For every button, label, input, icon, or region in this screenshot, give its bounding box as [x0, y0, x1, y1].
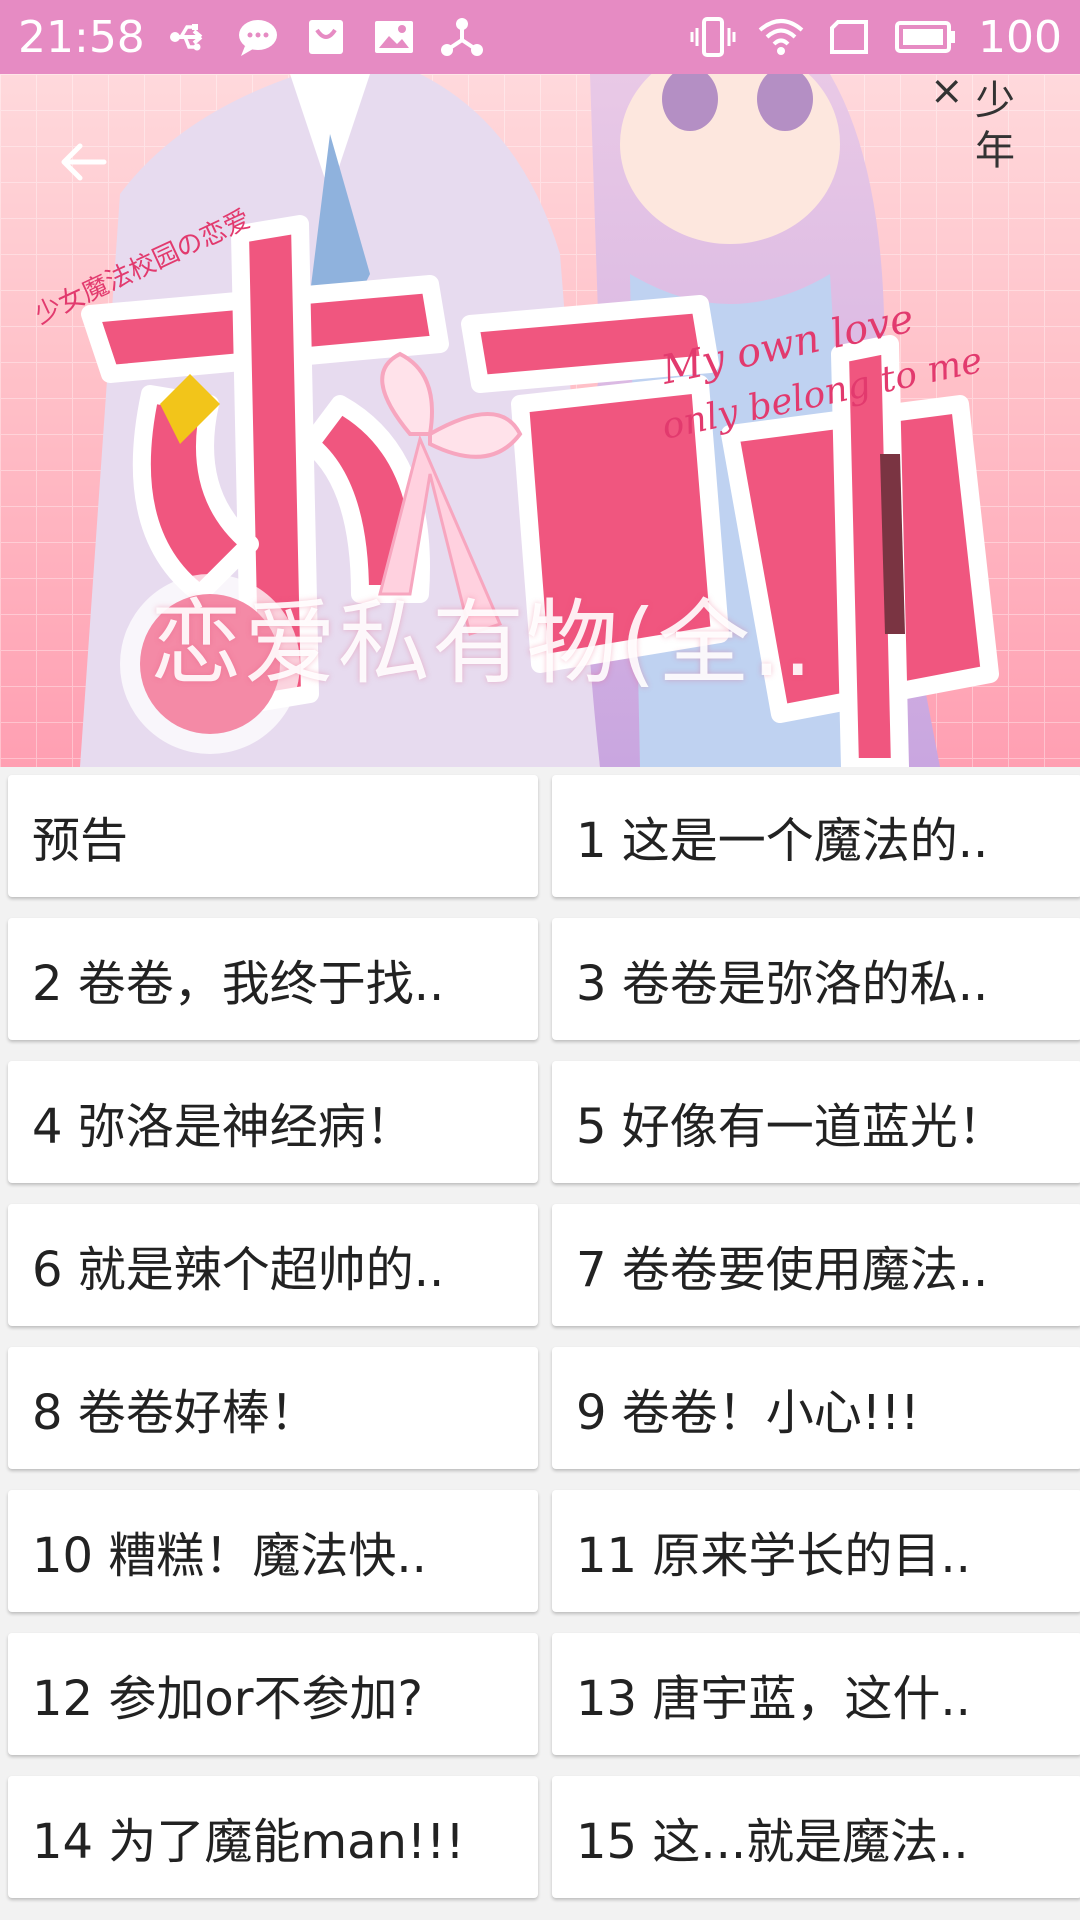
usb-icon: [167, 14, 213, 60]
vibrate-icon: [690, 14, 736, 60]
battery-icon: [894, 14, 956, 60]
chapter-item[interactable]: 13 唐宇蓝，这什..: [552, 1633, 1080, 1755]
chapter-item[interactable]: 2 卷卷，我终于找..: [8, 918, 538, 1040]
status-time: 21:58: [18, 11, 145, 63]
chapter-item[interactable]: 5 好像有一道蓝光！: [552, 1061, 1080, 1183]
status-bar: 21:58 100: [0, 0, 1080, 74]
status-left: 21:58: [18, 12, 485, 63]
chapter-item[interactable]: 8 卷卷好棒！: [8, 1347, 538, 1469]
chat-bubble-icon: [235, 14, 281, 60]
svg-text:少: 少: [975, 78, 1015, 124]
sim-icon: [826, 14, 872, 60]
chapter-item[interactable]: 12 参加or不参加?: [8, 1633, 538, 1755]
chapter-item[interactable]: 1 这是一个魔法的..: [552, 775, 1080, 897]
chapter-item[interactable]: 11 原来学长的目..: [552, 1490, 1080, 1612]
share-icon: [439, 14, 485, 60]
back-button[interactable]: [52, 130, 116, 194]
chapter-item[interactable]: 7 卷卷要使用魔法..: [552, 1204, 1080, 1326]
svg-text:年: 年: [975, 128, 1015, 174]
chapter-item[interactable]: 15 这...就是魔法..: [552, 1776, 1080, 1898]
status-right: 100: [690, 12, 1062, 63]
shopping-bag-icon: [303, 14, 349, 60]
wifi-icon: [758, 14, 804, 60]
chapter-item[interactable]: 4 弥洛是神经病！: [8, 1061, 538, 1183]
arrow-left-icon: [61, 143, 107, 181]
image-icon: [371, 14, 417, 60]
chapter-item[interactable]: 14 为了魔能man!!!: [8, 1776, 538, 1898]
battery-level: 100: [978, 11, 1062, 63]
cover-banner: × 少 年 My own love only belong to me 少女魔法…: [0, 74, 1080, 767]
chapter-item[interactable]: 3 卷卷是弥洛的私..: [552, 918, 1080, 1040]
chapter-item[interactable]: 10 糟糕！魔法快..: [8, 1490, 538, 1612]
chapter-item[interactable]: 预告: [8, 775, 538, 897]
chapter-item[interactable]: 9 卷卷！小心!!!: [552, 1347, 1080, 1469]
comic-title: 恋爱私有物(全..: [150, 590, 815, 697]
chapter-item[interactable]: 6 就是辣个超帅的..: [8, 1204, 538, 1326]
svg-text:×: ×: [930, 74, 964, 114]
chapter-grid: 预告 1 这是一个魔法的.. 2 卷卷，我终于找.. 3 卷卷是弥洛的私.. 4…: [8, 775, 1080, 1898]
